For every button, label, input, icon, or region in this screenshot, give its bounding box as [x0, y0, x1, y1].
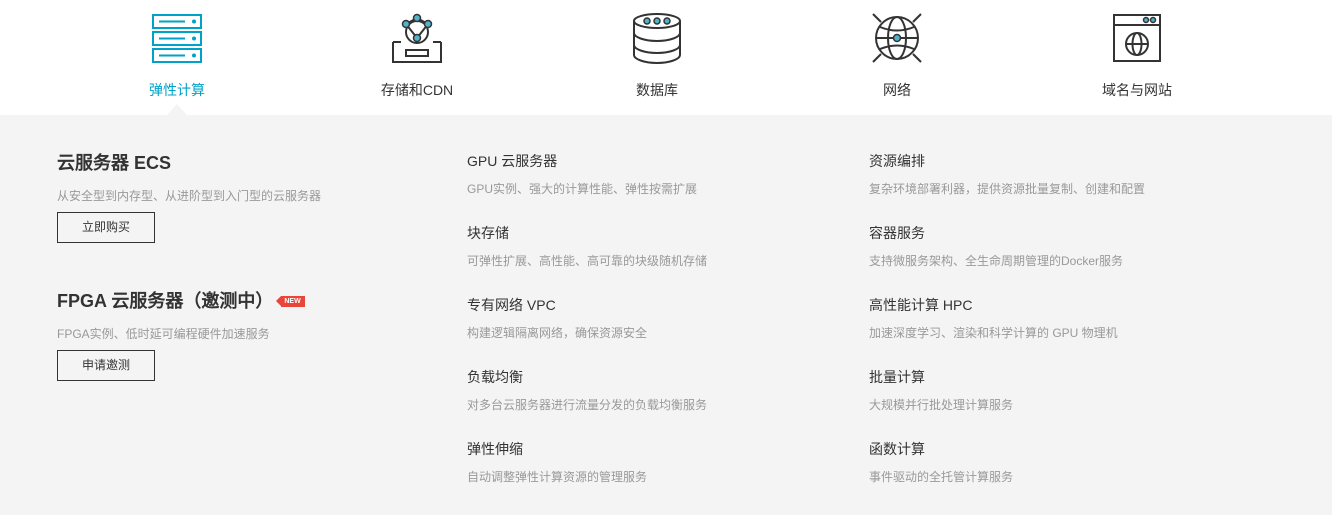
- active-tab-caret: [167, 104, 187, 115]
- tab-label: 域名与网站: [1102, 82, 1172, 98]
- tab-elastic-compute[interactable]: 弹性计算: [87, 0, 267, 115]
- service-batch-compute[interactable]: 批量计算 大规模并行批处理计算服务: [869, 367, 1249, 413]
- new-badge: NEW: [276, 296, 305, 307]
- service-hpc[interactable]: 高性能计算 HPC 加速深度学习、渲染和科学计算的 GPU 物理机: [869, 295, 1249, 341]
- dropdown-panel: 云服务器 ECS 从安全型到内存型、从进阶型到入门型的云服务器 立即购买 FPG…: [0, 115, 1332, 515]
- tab-label: 数据库: [636, 82, 678, 98]
- service-load-balancer[interactable]: 负载均衡 对多台云服务器进行流量分发的负载均衡服务: [467, 367, 847, 413]
- featured-ecs: 云服务器 ECS 从安全型到内存型、从进阶型到入门型的云服务器 立即购买: [57, 149, 322, 243]
- database-icon: [631, 12, 683, 64]
- tab-network[interactable]: 网络: [807, 0, 987, 115]
- service-block-storage[interactable]: 块存储 可弹性扩展、高性能、高可靠的块级随机存储: [467, 223, 847, 269]
- service-function-compute[interactable]: 函数计算 事件驱动的全托管计算服务: [869, 439, 1249, 485]
- service-desc: 加速深度学习、渲染和科学计算的 GPU 物理机: [869, 326, 1118, 340]
- service-desc: 可弹性扩展、高性能、高可靠的块级随机存储: [467, 254, 708, 268]
- service-title: 弹性伸缩: [467, 441, 523, 457]
- featured-title[interactable]: FPGA 云服务器（邀测中） NEW: [57, 287, 305, 313]
- tab-label: 网络: [883, 82, 911, 98]
- server-rack-icon: [151, 12, 203, 64]
- service-gpu[interactable]: GPU 云服务器 GPU实例、强大的计算性能、弹性按需扩展: [467, 151, 847, 197]
- service-desc: 事件驱动的全托管计算服务: [869, 470, 1014, 484]
- tab-label: 弹性计算: [149, 82, 205, 98]
- service-title: 高性能计算 HPC: [869, 297, 973, 313]
- service-desc: GPU实例、强大的计算性能、弹性按需扩展: [467, 182, 698, 196]
- service-container[interactable]: 容器服务 支持微服务架构、全生命周期管理的Docker服务: [869, 223, 1249, 269]
- service-desc: 支持微服务架构、全生命周期管理的Docker服务: [869, 254, 1124, 268]
- service-title: GPU 云服务器: [467, 153, 558, 169]
- service-title: 批量计算: [869, 369, 925, 385]
- featured-fpga: FPGA 云服务器（邀测中） NEW FPGA实例、低时延可编程硬件加速服务 申请…: [57, 287, 305, 381]
- tab-database[interactable]: 数据库: [567, 0, 747, 115]
- tab-label: 存储和CDN: [380, 82, 454, 98]
- service-title: 专有网络 VPC: [467, 297, 556, 313]
- service-desc: 复杂环境部署利器，提供资源批量复制、创建和配置: [869, 182, 1146, 196]
- service-auto-scaling[interactable]: 弹性伸缩 自动调整弹性计算资源的管理服务: [467, 439, 847, 485]
- service-resource-orchestration[interactable]: 资源编排 复杂环境部署利器，提供资源批量复制、创建和配置: [869, 151, 1249, 197]
- service-desc: 自动调整弹性计算资源的管理服务: [467, 470, 648, 484]
- service-title: 负载均衡: [467, 369, 523, 385]
- service-title: 资源编排: [869, 153, 925, 169]
- tab-domain-website[interactable]: 域名与网站: [1047, 0, 1227, 115]
- featured-title[interactable]: 云服务器 ECS: [57, 149, 321, 175]
- network-globe-icon: [871, 12, 923, 64]
- service-vpc[interactable]: 专有网络 VPC 构建逻辑隔离网络，确保资源安全: [467, 295, 847, 341]
- service-title: 块存储: [467, 225, 509, 241]
- apply-invite-button[interactable]: 申请邀测: [57, 350, 155, 381]
- website-icon: [1111, 12, 1163, 64]
- bottom-strip: [0, 515, 1332, 524]
- category-tabs: 弹性计算 存储和CDN 数据库 网络 域名与网站: [0, 0, 1332, 115]
- service-desc: 大规模并行批处理计算服务: [869, 398, 1014, 412]
- buy-now-button[interactable]: 立即购买: [57, 212, 155, 243]
- tab-storage-cdn[interactable]: 存储和CDN: [327, 0, 507, 115]
- storage-cdn-icon: [391, 12, 443, 64]
- featured-title-text: FPGA 云服务器（邀测中）: [57, 291, 274, 311]
- service-title: 容器服务: [869, 225, 925, 241]
- service-title: 函数计算: [869, 441, 925, 457]
- service-desc: 对多台云服务器进行流量分发的负载均衡服务: [467, 398, 708, 412]
- service-desc: 构建逻辑隔离网络，确保资源安全: [467, 326, 648, 340]
- featured-desc: 从安全型到内存型、从进阶型到入门型的云服务器: [57, 189, 322, 203]
- featured-desc: FPGA实例、低时延可编程硬件加速服务: [57, 327, 270, 341]
